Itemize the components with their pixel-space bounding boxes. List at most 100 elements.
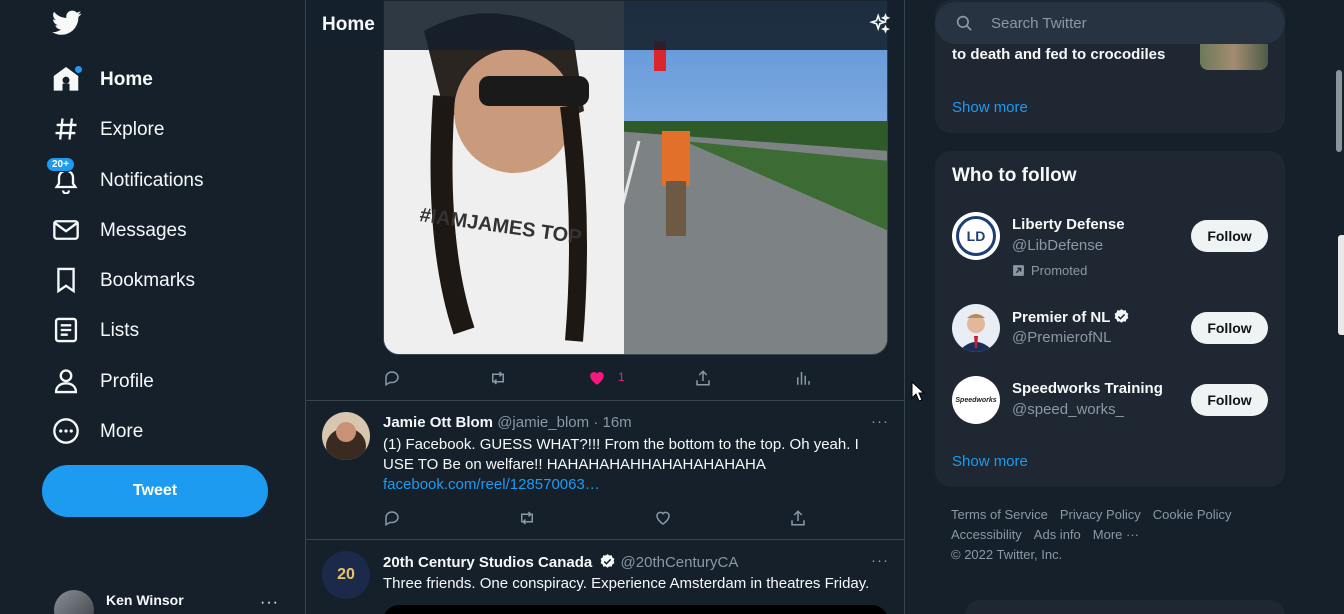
tweet-text: (1) Facebook. GUESS WHAT?!!! From the bo… [383,435,883,495]
tweet-actions [383,508,823,528]
tweet-card[interactable]: Jamie Ott Blom @jamie_blom · 16m ··· (1)… [306,401,904,539]
tweet-author-name[interactable]: 20th Century Studios Canada [383,554,592,571]
search-icon [955,14,973,32]
nav-label-explore: Explore [100,119,165,140]
right-sidebar: to death and fed to crocodiles Show more… [935,0,1285,614]
retweet-icon[interactable] [517,508,537,528]
nav-label-bookmarks: Bookmarks [100,270,196,291]
main-timeline: Home #IAMJAMES TOP 1 Jamie Ott Blom @jam… [305,0,905,614]
scrollbar-thumb[interactable] [1336,70,1342,152]
user-handle[interactable]: @LibDefense [1012,237,1103,254]
analytics-icon[interactable] [794,368,814,388]
promoted-text: Promoted [1031,263,1088,278]
tweet-header: Jamie Ott Blom @jamie_blom · 16m [383,414,632,431]
nav-home[interactable]: Home [52,60,153,100]
avatar[interactable] [952,304,1000,352]
tweet-more-icon[interactable]: ··· [871,552,889,569]
like-icon[interactable] [654,508,674,528]
trend-item[interactable]: to death and fed to crocodiles [952,46,1165,63]
tweet-button[interactable]: Tweet [42,465,268,517]
avatar[interactable]: LD [952,212,1000,260]
share-icon[interactable] [789,508,809,528]
page-title: Home [322,14,375,35]
nav-bookmarks[interactable]: Bookmarks [52,261,195,301]
mouse-cursor-icon [911,381,925,403]
tweet-card[interactable]: 20 20th Century Studios Canada @20thCent… [306,540,904,614]
follow-button[interactable]: Follow [1191,312,1268,344]
user-handle[interactable]: @PremierofNL [1012,329,1111,346]
who-to-follow-title: Who to follow [952,165,1077,186]
nav-notifications[interactable]: 20+ Notifications [46,157,204,201]
tweet-more-icon[interactable]: ··· [871,413,889,430]
nav-label-home: Home [100,69,153,90]
promoted-icon [1012,264,1025,277]
user-handle[interactable]: @speed_works_ [1012,401,1124,418]
nav-more[interactable]: More [52,412,143,452]
footer-link-cookie[interactable]: Cookie Policy [1153,507,1232,522]
tweet-time[interactable]: · 16m [593,414,631,431]
nav-label-lists: Lists [100,320,140,341]
tweet-text: Three friends. One conspiracy. Experienc… [383,575,870,592]
avatar[interactable]: Speedworks [952,376,1000,424]
account-name: Ken Winsor [106,592,184,608]
tweet-photo[interactable]: #IAMJAMES TOP [383,0,888,355]
footer-link-ads-info[interactable]: Ads info [1034,527,1081,542]
tweet-body: (1) Facebook. GUESS WHAT?!!! From the bo… [383,436,859,473]
account-more-icon[interactable]: ··· [260,594,279,612]
side-tab[interactable] [1338,235,1344,335]
account-switcher[interactable]: Ken Winsor ··· [54,586,294,614]
search-input[interactable] [991,2,1271,44]
nav-messages[interactable]: Messages [52,211,187,251]
tweet-header: 20th Century Studios Canada @20thCentury… [383,553,738,571]
follow-suggestion[interactable]: LD Liberty Defense @LibDefense Promoted … [952,212,1268,278]
nav-label-more: More [100,421,144,442]
footer-link-privacy[interactable]: Privacy Policy [1060,507,1141,522]
twitter-bird-icon[interactable] [52,10,84,40]
tweet-author-name[interactable]: Jamie Ott Blom [383,414,493,431]
verified-badge-icon [1113,308,1130,325]
user-name[interactable]: Liberty Defense [1012,216,1125,233]
reply-icon[interactable] [383,508,403,528]
timeline-header: Home [306,0,904,50]
verified-badge-icon [599,553,616,570]
footer-link-more[interactable]: More ··· [1093,527,1139,542]
like-icon[interactable]: 1 [588,368,625,388]
footer-link-terms[interactable]: Terms of Service [951,507,1048,522]
messages-drawer[interactable] [965,600,1285,614]
tweet-media[interactable] [383,605,888,614]
sparkle-icon[interactable] [869,13,891,35]
search-bar[interactable] [935,2,1285,44]
show-more-link[interactable]: Show more [952,453,1028,470]
tweet-link[interactable]: facebook.com/reel/128570063… [383,476,600,493]
user-name[interactable]: Premier of NL [1012,308,1130,326]
tweet-author-handle[interactable]: @20thCenturyCA [621,554,739,571]
footer-links: Accessibility Ads info More ··· [951,527,1151,542]
follow-suggestion[interactable]: Speedworks Speedworks Training @speed_wo… [952,376,1268,436]
show-more-link[interactable]: Show more [952,99,1028,116]
promoted-label: Promoted [1012,263,1087,278]
footer-link-accessibility[interactable]: Accessibility [951,527,1022,542]
follow-button[interactable]: Follow [1191,384,1268,416]
copyright: © 2022 Twitter, Inc. [951,547,1063,562]
notification-badge: 20+ [46,157,75,172]
nav-explore[interactable]: Explore [52,110,164,150]
avatar[interactable] [322,412,370,460]
nav-lists[interactable]: Lists [52,311,139,351]
follow-button[interactable]: Follow [1191,220,1268,252]
more-circle-icon [52,417,82,447]
home-icon [52,65,82,95]
share-icon[interactable] [694,368,714,388]
avatar [54,590,94,614]
footer-links: Terms of Service Privacy Policy Cookie Pol… [951,507,1244,522]
user-name[interactable]: Speedworks Training [1012,380,1163,397]
reply-icon[interactable] [383,368,403,388]
tweet-actions: 1 [383,368,823,388]
nav-profile[interactable]: Profile [52,362,154,402]
bell-icon: 20+ [46,157,82,196]
bookmark-icon [52,266,82,296]
avatar[interactable]: 20 [322,551,370,599]
nav-label-notifications: Notifications [100,170,204,191]
follow-suggestion[interactable]: Premier of NL @PremierofNL Follow [952,304,1268,364]
retweet-icon[interactable] [488,368,508,388]
tweet-author-handle[interactable]: @jamie_blom [497,414,589,431]
